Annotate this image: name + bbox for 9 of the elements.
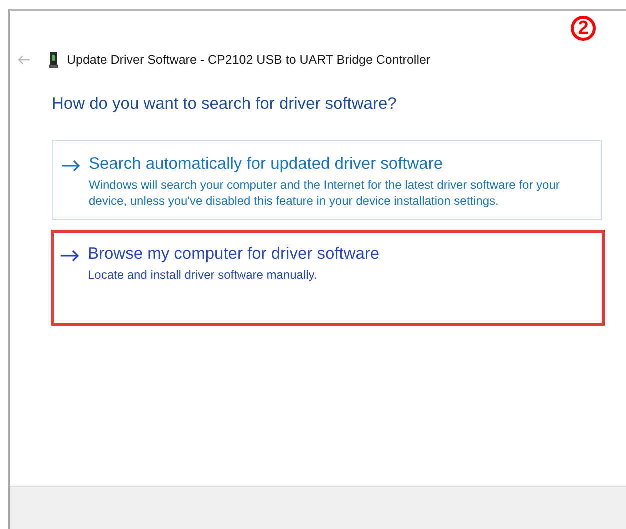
back-arrow-icon[interactable] <box>17 55 31 65</box>
arrow-icon <box>60 250 80 262</box>
window-title: Update Driver Software - CP2102 USB to UART Bridge Controller <box>67 53 431 67</box>
option-button[interactable]: Browse my computer for driver software Locate and install driver software manually. <box>51 230 605 326</box>
page-heading: How do you want to search for driver software? <box>52 95 398 114</box>
arrow-icon <box>61 160 81 172</box>
device-icon <box>49 52 58 68</box>
option-button[interactable]: Search automatically for updated driver software Windows will search your computer and the Internet for the latest driver software for your device, unless you've disabled this feature in your device installation settings. <box>52 140 602 220</box>
step-badge: 2 <box>571 16 596 41</box>
